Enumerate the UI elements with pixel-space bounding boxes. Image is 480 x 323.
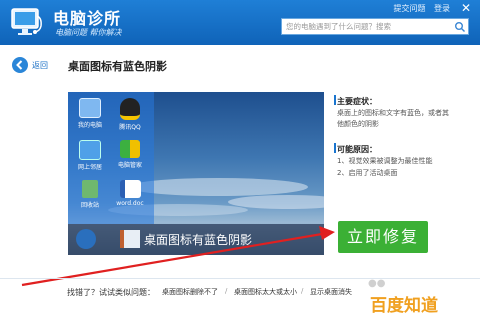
related-link-3[interactable]: 显示桌面消失: [310, 287, 352, 297]
related-separator: /: [301, 287, 304, 295]
baidu-watermark: 百度知道: [370, 296, 438, 316]
footer-divider: [0, 278, 480, 279]
related-label: 找错了？试试类似问题：: [67, 288, 155, 297]
related-link-2[interactable]: 桌面图标太大或太小: [234, 287, 297, 297]
red-arrow-annotation: [21, 226, 335, 287]
related-link-1[interactable]: 桌面图标删除不了: [162, 287, 218, 297]
related-separator: /: [225, 287, 228, 295]
paw-icon: ●●: [368, 278, 386, 289]
